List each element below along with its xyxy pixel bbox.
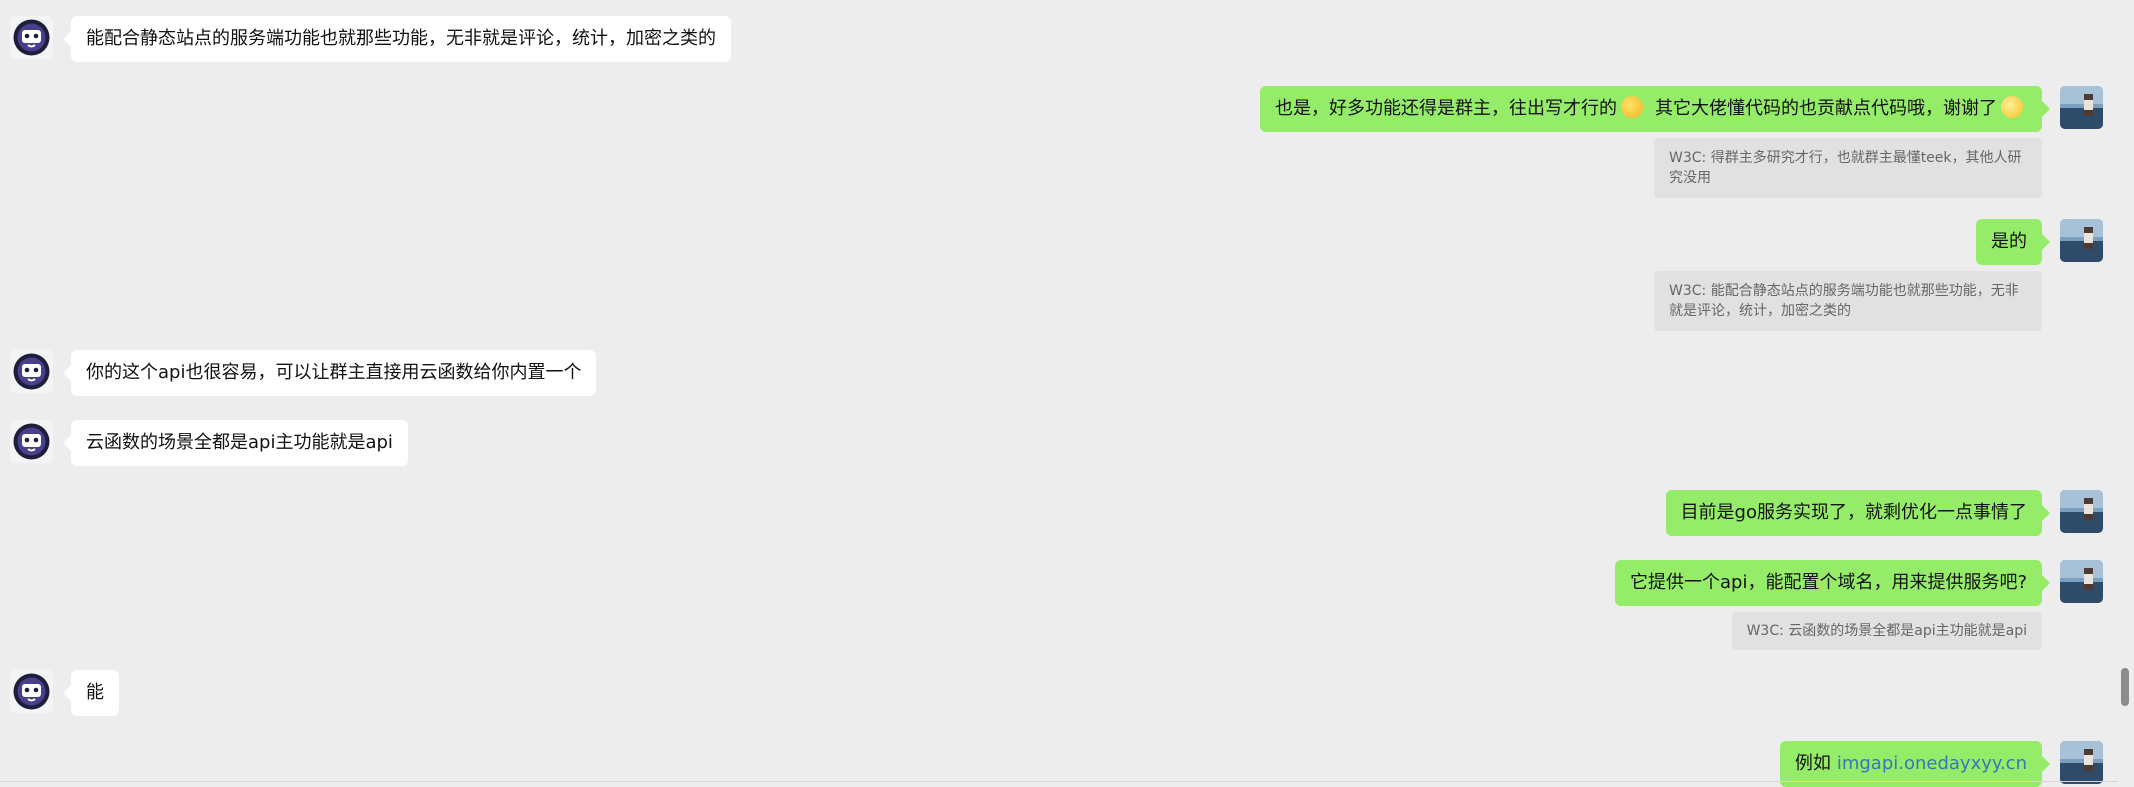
scrollbar-thumb[interactable] (2121, 668, 2129, 706)
quoted-reply[interactable]: W3C: 能配合静态站点的服务端功能也就那些功能，无非就是评论，统计，加密之类的 (1654, 271, 2042, 331)
message-bubble[interactable]: 云函数的场景全都是api主功能就是api (63, 420, 408, 466)
my-avatar[interactable] (2060, 490, 2103, 533)
message-bubble[interactable]: 能 (63, 670, 119, 716)
message-bubble[interactable]: 也是，好多功能还得是群主，往出写才行的 其它大佬懂代码的也贡献点代码哦，谢谢了 (1260, 86, 2050, 132)
smiling-face-emoji (2001, 96, 2023, 118)
my-avatar[interactable] (2060, 741, 2103, 784)
chat-history: 能配合静态站点的服务端功能也就那些功能，无非就是评论，统计，加密之类的 也是，好… (0, 0, 2118, 787)
message-link[interactable]: imgapi.onedayxyy.cn (1837, 753, 2027, 774)
my-avatar[interactable] (2060, 219, 2103, 262)
message-bubble[interactable]: 目前是go服务实现了，就剩优化一点事情了 (1665, 490, 2051, 536)
quoted-reply[interactable]: W3C: 得群主多研究才行，也就群主最懂teek，其他人研究没用 (1654, 138, 2042, 198)
my-avatar[interactable] (2060, 86, 2103, 129)
message-bubble[interactable]: 能配合静态站点的服务端功能也就那些功能，无非就是评论，统计，加密之类的 (63, 16, 731, 62)
divider (0, 781, 2118, 782)
grinning-sweat-emoji (1621, 96, 1643, 118)
message-bubble[interactable]: 你的这个api也很容易，可以让群主直接用云函数给你内置一个 (62, 350, 597, 396)
message-text: 其它大佬懂代码的也贡献点代码哦，谢谢了 (1655, 98, 1997, 119)
message-text: 也是，好多功能还得是群主，往出写才行的 (1275, 98, 1617, 119)
contact-avatar[interactable] (10, 16, 53, 59)
message-bubble[interactable]: 它提供一个api，能配置个域名，用来提供服务吧? (1614, 560, 2051, 606)
quoted-reply[interactable]: W3C: 云函数的场景全都是api主功能就是api (1731, 612, 2042, 650)
contact-avatar[interactable] (10, 350, 53, 393)
my-avatar[interactable] (2060, 560, 2103, 603)
message-bubble[interactable]: 是的 (1976, 219, 2050, 265)
message-text: 例如 (1794, 753, 1831, 774)
contact-avatar[interactable] (10, 670, 53, 713)
contact-avatar[interactable] (10, 420, 53, 463)
